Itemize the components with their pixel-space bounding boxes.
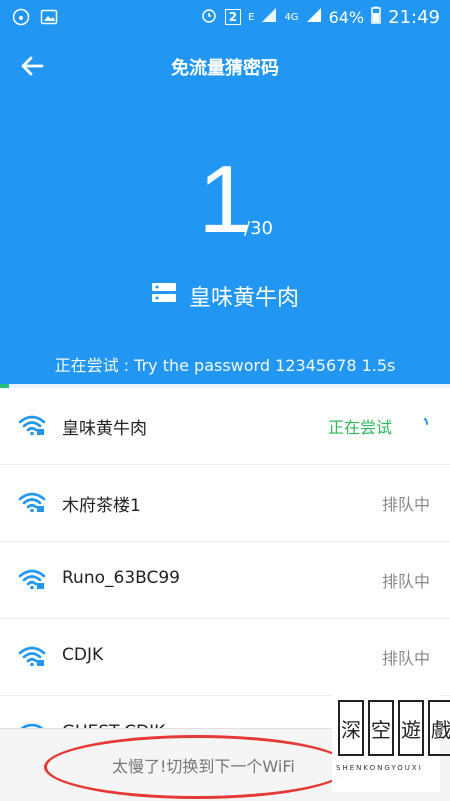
- page-title: 免流量猜密码: [171, 58, 279, 79]
- watermark-char: 深: [338, 700, 364, 756]
- network-type-4g: 4G: [284, 11, 299, 23]
- battery-text: 64%: [328, 7, 365, 27]
- network-name: Runo_63BC99: [62, 568, 180, 588]
- watermark-char: 遊: [398, 700, 424, 756]
- network-list: 皇味黄牛肉正在尝试木府茶楼1排队中Runo_63BC99排队中CDJK排队中GU…: [0, 388, 450, 736]
- network-row[interactable]: Runo_63BC99 排队中: [0, 542, 450, 619]
- network-row[interactable]: 木府茶楼1 排队中: [0, 465, 450, 542]
- wifi-icon: [18, 568, 46, 590]
- wifi-icon: [18, 414, 46, 436]
- sim-badge: 2: [224, 9, 242, 25]
- clock: 21:49: [388, 6, 440, 28]
- wifi-icon: [18, 645, 46, 667]
- attempt-total: /30: [244, 218, 273, 239]
- watermark-subtext: SHENKONGYOUXI: [336, 764, 423, 772]
- watermark-logo: 深空遊戲 SHENKONGYOUXI: [332, 692, 450, 792]
- alarm-icon: [200, 6, 218, 28]
- annotation-ellipse: [44, 735, 350, 799]
- network-type-e: E: [248, 11, 255, 23]
- signal-icon-2: [306, 7, 322, 27]
- network-state: 排队中: [381, 649, 430, 668]
- current-ssid: 皇味黄牛肉: [188, 286, 299, 311]
- wifi-icon: [18, 491, 46, 513]
- trying-status: 正在尝试 : Try the password 12345678 1.5s: [54, 356, 396, 375]
- network-row[interactable]: CDJK 排队中: [0, 619, 450, 696]
- watermark-char: 空: [368, 700, 394, 756]
- header-panel: 2 E 4G 64% 21:49 免流量猜密码 1 /30 皇味黄牛肉 正在尝试…: [0, 0, 450, 384]
- network-name: 皇味黄牛肉: [62, 419, 147, 439]
- loading-spinner-icon: [412, 416, 428, 432]
- network-name: 木府茶楼1: [62, 496, 141, 516]
- status-bar: 2 E 4G 64% 21:49: [0, 0, 450, 34]
- attempt-count: 1: [198, 146, 252, 253]
- current-network: 皇味黄牛肉: [0, 280, 450, 312]
- image-icon: [40, 8, 58, 30]
- network-state: 正在尝试: [327, 418, 392, 437]
- signal-icon: [261, 7, 277, 27]
- watermark-char: 戲: [428, 700, 450, 756]
- network-state: 排队中: [381, 495, 430, 514]
- hotspot-icon: [12, 8, 30, 30]
- network-name: CDJK: [62, 645, 104, 665]
- network-state: 排队中: [381, 572, 430, 591]
- battery-icon: [371, 6, 381, 28]
- network-row[interactable]: 皇味黄牛肉 正在尝试: [0, 388, 450, 465]
- title-bar: 免流量猜密码: [0, 46, 450, 86]
- router-icon: [151, 281, 177, 311]
